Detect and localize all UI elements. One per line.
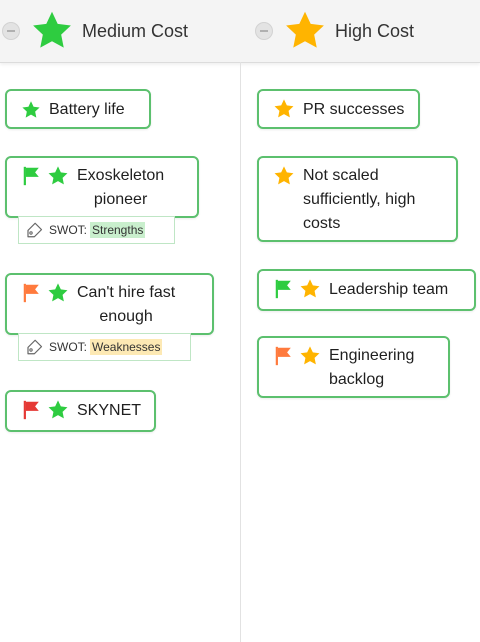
- medium-cost-star-icon: [33, 11, 71, 48]
- star-icon: [300, 279, 320, 298]
- card-skynet[interactable]: SKYNET: [5, 390, 156, 432]
- star-icon: [48, 400, 68, 419]
- star-icon: [48, 283, 68, 302]
- flag-icon: [23, 400, 39, 420]
- column-divider: [240, 62, 241, 642]
- card-text-line: Can't hire fast: [77, 284, 176, 301]
- card-engineering-backlog[interactable]: Engineering backlog: [257, 336, 450, 398]
- tag-value: Strengths: [90, 222, 146, 238]
- card-text-line: enough: [99, 308, 153, 325]
- card-text-line: pioneer: [93, 191, 148, 208]
- star-icon: [300, 346, 320, 365]
- flag-icon: [23, 283, 39, 303]
- card-battery-life[interactable]: Battery life: [5, 89, 151, 129]
- card-text-line: sufficiently, high: [303, 191, 416, 208]
- flag-icon: [275, 346, 291, 366]
- swot-tag-weaknesses[interactable]: SWOT: Weaknesses: [18, 333, 191, 361]
- star-icon: [274, 99, 294, 118]
- tag-label: SWOT:: [49, 223, 87, 237]
- card-text: PR successes: [303, 101, 405, 118]
- collapse-medium-cost-button[interactable]: [2, 22, 20, 40]
- card-leadership-team[interactable]: Leadership team: [257, 269, 476, 311]
- star-icon: [48, 166, 68, 185]
- card-not-scaled-sufficiently[interactable]: Not scaled sufficiently, high costs: [257, 156, 458, 242]
- tag-value: Weaknesses: [90, 339, 163, 355]
- flag-icon: [275, 279, 291, 299]
- board-header: Medium Cost High Cost: [0, 0, 480, 63]
- column-title-high-cost: High Cost: [335, 20, 415, 41]
- flag-icon: [23, 166, 39, 186]
- collapse-high-cost-button[interactable]: [255, 22, 273, 40]
- card-pr-successes[interactable]: PR successes: [257, 89, 420, 129]
- card-cant-hire-fast-enough[interactable]: Can't hire fast enough: [5, 273, 214, 335]
- card-text: SKYNET: [77, 402, 142, 419]
- card-text-line: Engineering: [329, 347, 415, 364]
- card-text-line: backlog: [329, 371, 385, 388]
- tag-icon: [27, 339, 43, 355]
- card-text: Leadership team: [329, 281, 449, 298]
- card-exoskeleton-pioneer[interactable]: Exoskeleton pioneer: [5, 156, 199, 218]
- swot-tag-strengths[interactable]: SWOT: Strengths: [18, 216, 175, 244]
- card-text-line: Not scaled: [303, 167, 379, 184]
- tag-icon: [27, 222, 43, 238]
- column-title-medium-cost: Medium Cost: [82, 20, 189, 41]
- card-text-line: costs: [303, 215, 341, 232]
- card-text: Battery life: [49, 101, 125, 118]
- tag-label: SWOT:: [49, 340, 87, 354]
- star-icon: [274, 166, 294, 185]
- card-text-line: Exoskeleton: [77, 167, 165, 184]
- high-cost-star-icon: [286, 11, 324, 48]
- column-header-high-cost: High Cost: [255, 0, 414, 62]
- column-header-medium-cost: Medium Cost: [2, 0, 188, 62]
- star-icon: [22, 101, 40, 118]
